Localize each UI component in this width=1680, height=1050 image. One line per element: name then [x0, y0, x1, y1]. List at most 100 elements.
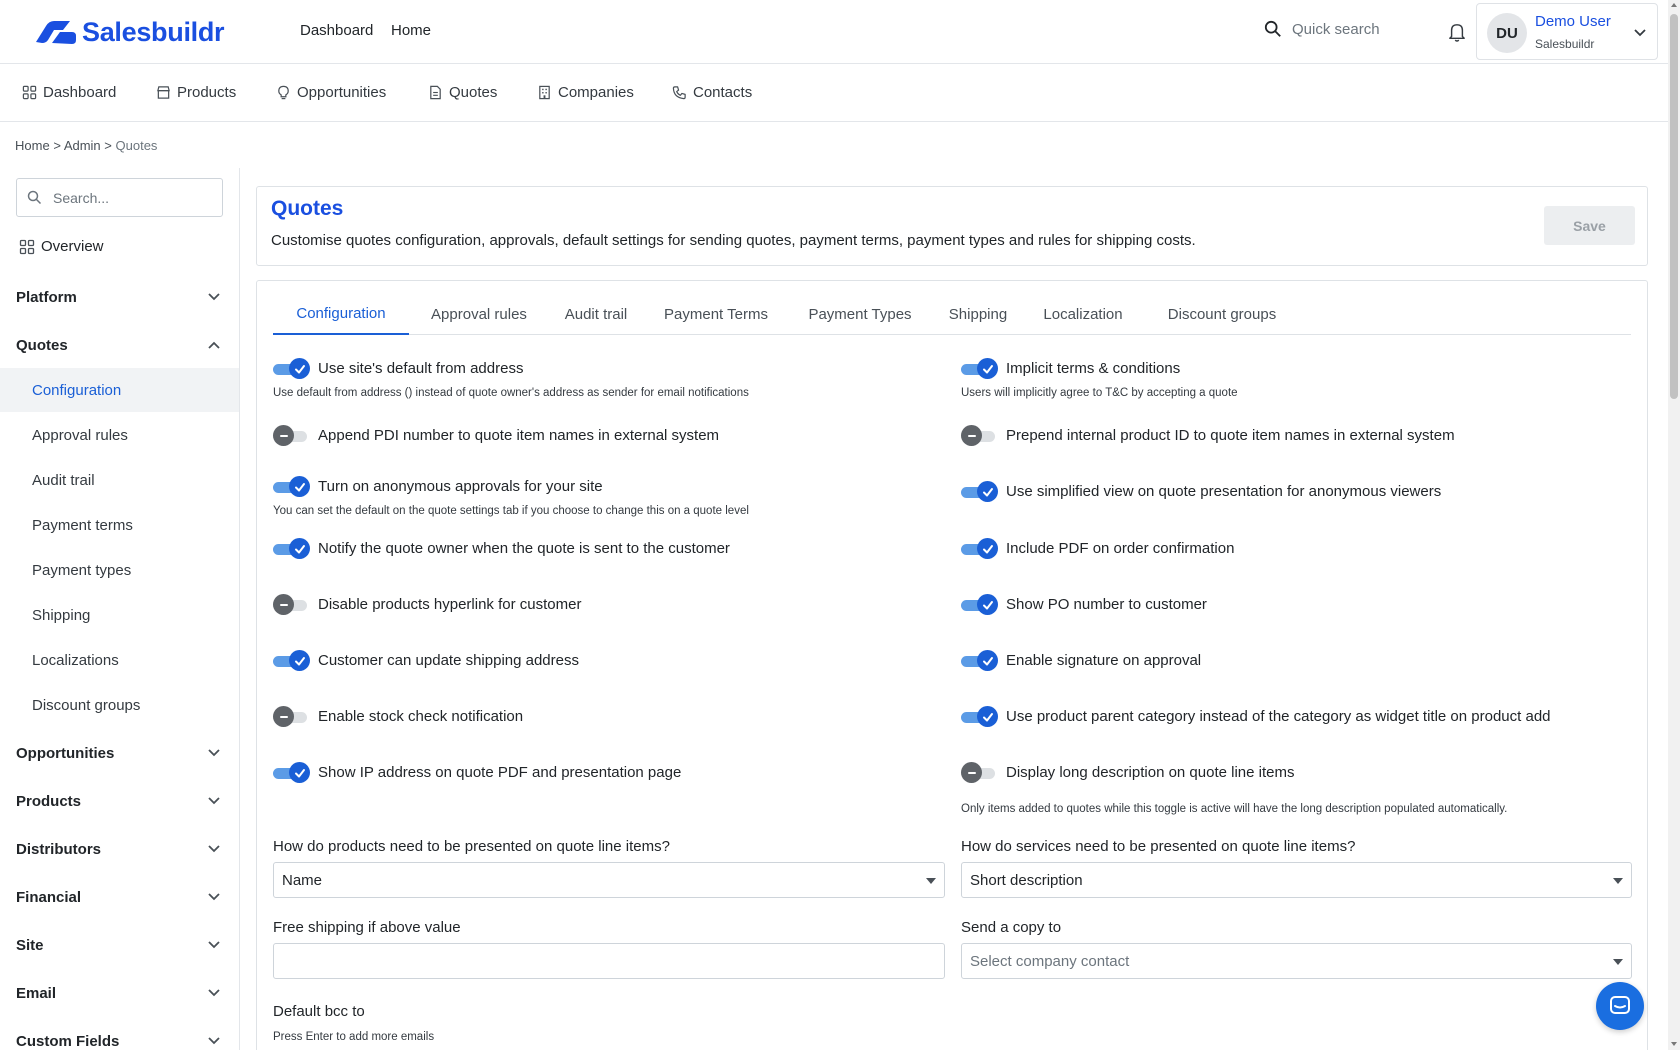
brand-logo[interactable]: Salesbuildr	[32, 16, 225, 48]
toggle-knob	[977, 481, 998, 502]
tab-approval-rules[interactable]: Approval rules	[417, 293, 541, 335]
tab-payment-terms[interactable]: Payment Terms	[653, 293, 779, 335]
module-quotes[interactable]: Quotes	[428, 84, 497, 101]
toggle-switch[interactable]	[961, 538, 998, 559]
minus-icon	[279, 715, 288, 718]
toggle-switch[interactable]	[273, 594, 309, 615]
toggle-switch[interactable]	[273, 706, 309, 727]
sidebar-item-audit-trail[interactable]: Audit trail	[0, 458, 239, 502]
sidebar-item-configuration[interactable]: Configuration	[0, 368, 239, 412]
sidebar-item-discount-groups[interactable]: Discount groups	[0, 683, 239, 727]
user-menu[interactable]: DU Demo User Salesbuildr	[1476, 3, 1658, 60]
option-right-6: Use product parent category instead of t…	[961, 706, 1551, 727]
scroll-thumb[interactable]	[1670, 14, 1678, 399]
tab-configuration[interactable]: Configuration	[273, 293, 409, 335]
sidebar-group-site[interactable]: Site	[16, 930, 221, 960]
toggle-switch[interactable]	[273, 425, 309, 446]
send-copy-label: Send a copy to	[961, 919, 1062, 936]
top-link-home[interactable]: Home	[391, 22, 431, 39]
avatar: DU	[1487, 13, 1527, 53]
sidebar-group-distributors[interactable]: Distributors	[16, 834, 221, 864]
sidebar-item-overview[interactable]: Overview	[19, 238, 104, 255]
top-link-dashboard[interactable]: Dashboard	[300, 22, 373, 39]
free-shipping-input[interactable]	[273, 943, 945, 979]
scroll-down-arrow-icon[interactable]	[1671, 1042, 1677, 1046]
sidebar-group-products[interactable]: Products	[16, 786, 221, 816]
breadcrumb: Home > Admin > Quotes	[15, 138, 157, 153]
sidebar-group-platform[interactable]: Platform	[16, 282, 221, 312]
sidebar-search-input[interactable]: Search...	[16, 178, 223, 217]
sidebar-group-financial[interactable]: Financial	[16, 882, 221, 912]
toggle-switch[interactable]	[961, 358, 998, 379]
send-copy-select[interactable]: Select company contact	[961, 943, 1632, 979]
save-button[interactable]: Save	[1544, 206, 1635, 245]
scroll-up-arrow-icon[interactable]	[1671, 3, 1677, 7]
minus-icon	[279, 603, 288, 606]
toggle-switch[interactable]	[961, 481, 998, 502]
option-label: Display long description on quote line i…	[1006, 763, 1295, 781]
sidebar-group-label: Distributors	[16, 840, 102, 858]
option-right-2: Use simplified view on quote presentatio…	[961, 481, 1441, 502]
chevron-down-icon	[1634, 29, 1646, 37]
sidebar-item-approval-rules[interactable]: Approval rules	[0, 413, 239, 457]
sidebar-group-opportunities[interactable]: Opportunities	[16, 738, 221, 768]
module-contacts[interactable]: Contacts	[672, 84, 752, 101]
sidebar-group-label: Platform	[16, 288, 77, 306]
toggle-switch[interactable]	[961, 594, 998, 615]
minus-icon	[279, 434, 288, 437]
option-left-5: Customer can update shipping address	[273, 650, 579, 671]
toggle-switch[interactable]	[273, 538, 310, 559]
module-companies[interactable]: Companies	[537, 84, 634, 101]
sidebar-item-localizations[interactable]: Localizations	[0, 638, 239, 682]
toggle-switch[interactable]	[961, 650, 998, 671]
sidebar-group-custom-fields[interactable]: Custom Fields	[16, 1026, 221, 1050]
sidebar-item-payment-terms[interactable]: Payment terms	[0, 503, 239, 547]
search-icon	[27, 190, 42, 205]
module-nav: Dashboard Products Opportunities Quotes …	[0, 64, 1668, 122]
toggle-switch[interactable]	[273, 476, 310, 497]
bell-icon[interactable]	[1448, 22, 1466, 42]
chat-button[interactable]	[1596, 982, 1644, 1030]
option-label: Show PO number to customer	[1006, 595, 1207, 613]
products-presentation-select[interactable]: Name	[273, 862, 945, 898]
tab-audit-trail[interactable]: Audit trail	[555, 293, 637, 335]
toggle-switch[interactable]	[961, 762, 997, 783]
sidebar-item-payment-types[interactable]: Payment types	[0, 548, 239, 592]
breadcrumb-current: Quotes	[115, 138, 158, 153]
chevron-down-icon	[208, 941, 220, 949]
breadcrumb-admin[interactable]: Admin	[64, 138, 101, 153]
module-dashboard[interactable]: Dashboard	[22, 84, 116, 101]
tab-payment-types[interactable]: Payment Types	[797, 293, 923, 335]
tab-shipping[interactable]: Shipping	[939, 293, 1017, 335]
bcc-hint: Press Enter to add more emails	[273, 1031, 435, 1043]
toggle-knob	[961, 425, 982, 446]
sidebar-group-email[interactable]: Email	[16, 978, 221, 1008]
tab-discount-groups[interactable]: Discount groups	[1149, 293, 1295, 335]
toggle-switch[interactable]	[273, 762, 310, 783]
option-label: Enable stock check notification	[318, 707, 524, 725]
services-presentation-select[interactable]: Short description	[961, 862, 1632, 898]
page-scrollbar[interactable]	[1668, 0, 1680, 1050]
toggle-switch[interactable]	[273, 358, 310, 379]
quick-search[interactable]: Quick search	[1264, 20, 1380, 38]
option-label: Enable signature on approval	[1006, 651, 1202, 669]
toggle-knob	[977, 650, 998, 671]
toggle-switch[interactable]	[273, 650, 310, 671]
logo-mark-icon	[36, 21, 76, 44]
toggle-switch[interactable]	[961, 706, 998, 727]
tab-localization[interactable]: Localization	[1035, 293, 1131, 335]
module-products[interactable]: Products	[156, 84, 236, 101]
services-presentation-label: How do services need to be presented on …	[961, 838, 1356, 855]
module-opportunities[interactable]: Opportunities	[276, 84, 386, 101]
sidebar-item-shipping[interactable]: Shipping	[0, 593, 239, 637]
building-icon	[539, 85, 550, 100]
sidebar-group-label: Financial	[16, 888, 82, 906]
toggle-switch[interactable]	[961, 425, 997, 446]
sidebar-group-label: Quotes	[16, 336, 68, 354]
breadcrumb-home[interactable]: Home	[15, 138, 50, 153]
check-icon	[294, 656, 305, 665]
sidebar-group-quotes[interactable]: Quotes	[16, 330, 221, 360]
toggle-knob	[289, 650, 310, 671]
breadcrumb-separator: >	[53, 138, 61, 153]
check-icon	[294, 364, 305, 373]
